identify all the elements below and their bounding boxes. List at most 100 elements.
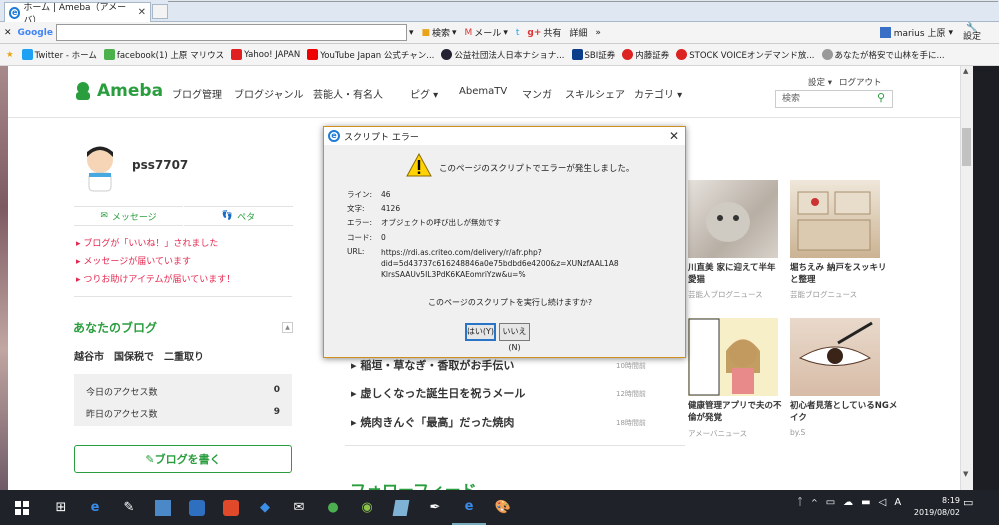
nav-blog-genre[interactable]: ブログジャンル bbox=[234, 86, 304, 101]
thumb-title[interactable]: 初心者見落としているNGメ イク bbox=[790, 400, 897, 424]
network-icon[interactable]: ▭ bbox=[826, 497, 835, 508]
site-settings-link[interactable]: 設定 ▾ bbox=[808, 76, 832, 88]
youtube-icon bbox=[307, 49, 319, 60]
w-app-icon: ◉ bbox=[361, 500, 373, 515]
scrollbar-thumb[interactable] bbox=[962, 128, 971, 166]
ameba-logo[interactable]: Ameba bbox=[72, 80, 163, 102]
thumb-title[interactable]: 堀ちえみ 納戸をスッキリ と整理 bbox=[790, 262, 886, 286]
favorites-star-icon[interactable]: ★ bbox=[6, 50, 14, 60]
news-time: 12時間前 bbox=[616, 390, 646, 398]
evernote-button[interactable]: ● bbox=[316, 490, 350, 525]
thumb-title[interactable]: 川直美 家に迎えて半年 愛猫 bbox=[688, 262, 776, 286]
ie-taskbar-button[interactable]: e bbox=[452, 490, 486, 525]
user-menu[interactable]: marius 上原 ▾ bbox=[879, 26, 953, 39]
search-dropdown-icon[interactable]: ▾ bbox=[409, 28, 414, 38]
close-toolbar-icon[interactable]: ✕ bbox=[4, 28, 12, 38]
settings-button[interactable]: 🔧 設定 bbox=[963, 23, 981, 42]
thumb-makeup-image[interactable] bbox=[790, 318, 880, 396]
more-button[interactable]: » bbox=[595, 28, 601, 38]
mail-app-button[interactable]: ✉ bbox=[282, 490, 316, 525]
book-app-button[interactable] bbox=[384, 490, 418, 525]
tool-button[interactable]: ✎ bbox=[112, 490, 146, 525]
yes-button[interactable]: はい(Y) bbox=[465, 323, 496, 341]
fav-naito[interactable]: 内藤証券 bbox=[622, 49, 669, 61]
fav-yahoo[interactable]: Yahoo! JAPAN bbox=[231, 49, 300, 60]
nav-abematv[interactable]: AbemaTV bbox=[459, 86, 507, 97]
ime-indicator[interactable]: A bbox=[894, 497, 901, 508]
start-button[interactable] bbox=[0, 490, 44, 525]
username[interactable]: pss7707 bbox=[132, 158, 188, 172]
toolbar-search-button[interactable]: ■ 検索 ▾ bbox=[421, 26, 456, 40]
nav-category[interactable]: カテゴリ ▾ bbox=[634, 86, 682, 101]
notice-message[interactable]: ▸ メッセージが届いています bbox=[76, 254, 191, 267]
fav-facebook[interactable]: facebook(1) 上原 マリウス bbox=[103, 49, 224, 61]
scroll-up-icon[interactable]: ▲ bbox=[963, 67, 968, 75]
nav-manga[interactable]: マンガ bbox=[522, 86, 552, 101]
edge-icon: e bbox=[90, 500, 100, 515]
b-app-button[interactable] bbox=[180, 490, 214, 525]
dialog-question: このページのスクリプトを実行し続けますか? bbox=[428, 298, 593, 307]
thumb-cat-image[interactable] bbox=[688, 180, 778, 258]
clock-time: 8:19 bbox=[942, 496, 960, 505]
blog-name[interactable]: 越谷市 国保税で 二重取り bbox=[74, 348, 204, 363]
collapse-icon[interactable]: ▲ bbox=[282, 322, 293, 333]
nav-celebrity[interactable]: 芸能人・有名人 bbox=[313, 86, 383, 101]
char-label: 文字: bbox=[347, 204, 365, 213]
thumb-title[interactable]: 健康管理アプリで夫の不 倫が発覚 bbox=[688, 400, 782, 424]
details-button[interactable]: 詳細 bbox=[569, 26, 587, 39]
thumb-manga-image[interactable] bbox=[688, 318, 778, 396]
toolbar-mail-button[interactable]: M メール ▾ bbox=[465, 26, 508, 40]
fav-forest[interactable]: あなたが格安で山林を手に... bbox=[821, 49, 945, 61]
people-icon[interactable]: ᛏ bbox=[797, 497, 803, 508]
favorites-bar: ★ Twitter - ホーム facebook(1) 上原 マリウス Yaho… bbox=[0, 44, 999, 66]
share-button[interactable]: g+ 共有 bbox=[527, 26, 561, 40]
news-item[interactable]: ▸ 稲垣・草なぎ・香取がお手伝い bbox=[351, 357, 514, 373]
scroll-down-icon[interactable]: ▼ bbox=[963, 470, 968, 478]
clock[interactable]: 8:19 2019/08/02 bbox=[912, 495, 960, 519]
nav-pigg[interactable]: ピグ ▾ bbox=[410, 86, 438, 101]
edge-button[interactable]: e bbox=[78, 490, 112, 525]
peta-button[interactable]: 👣 ペタ bbox=[184, 206, 293, 226]
onedrive-icon[interactable]: ☁ bbox=[843, 497, 853, 508]
fav-national[interactable]: 公益社団法人日本ナショナ... bbox=[441, 49, 565, 61]
logout-link[interactable]: ログアウト bbox=[839, 76, 882, 88]
thumb-closet-image[interactable] bbox=[790, 180, 880, 258]
news-item[interactable]: ▸ 虚しくなった誕生日を祝うメール bbox=[351, 385, 525, 401]
google-search-input[interactable] bbox=[55, 24, 407, 41]
search-icon[interactable]: ⚲ bbox=[877, 91, 885, 104]
no-button[interactable]: いいえ(N) bbox=[499, 323, 530, 352]
fav-twitter[interactable]: Twitter - ホーム bbox=[21, 49, 97, 61]
tray-chevron-icon[interactable]: ^ bbox=[811, 498, 818, 507]
browser-tab[interactable]: e ホーム | Ameba（アメーバ） ✕ bbox=[4, 2, 151, 26]
news-time: 18時間前 bbox=[616, 419, 646, 427]
message-button[interactable]: ✉ メッセージ bbox=[74, 206, 183, 226]
paint-button[interactable]: 🎨 bbox=[486, 490, 520, 525]
fav-youtube[interactable]: YouTube Japan 公式チャン... bbox=[307, 49, 434, 61]
write-blog-button[interactable]: ✎ ブログを書く bbox=[74, 445, 292, 473]
battery-icon[interactable]: ▬ bbox=[861, 497, 870, 508]
avatar[interactable] bbox=[80, 143, 120, 193]
dialog-titlebar[interactable]: e スクリプト エラー ✕ bbox=[324, 127, 685, 145]
dialog-close-icon[interactable]: ✕ bbox=[669, 129, 679, 143]
notification-icon[interactable]: ▭ bbox=[963, 496, 973, 509]
nav-skillshare[interactable]: スキルシェア bbox=[565, 86, 625, 101]
app-button[interactable] bbox=[146, 490, 180, 525]
task-view-button[interactable]: ⊞ bbox=[44, 490, 78, 525]
red-app-button[interactable] bbox=[214, 490, 248, 525]
fav-stockvoice[interactable]: STOCK VOICEオンデマンド放... bbox=[676, 49, 815, 61]
fav-sbi[interactable]: SBI証券 bbox=[571, 49, 615, 61]
new-tab-button[interactable] bbox=[152, 4, 168, 19]
notice-items[interactable]: ▸ つりお助けアイテムが届いています！ bbox=[76, 272, 235, 285]
tool-icon: ✎ bbox=[123, 500, 135, 515]
tab-close-icon[interactable]: ✕ bbox=[138, 7, 146, 18]
site-search-input[interactable]: 検索 bbox=[775, 90, 893, 108]
news-item[interactable]: ▸ 焼肉きんぐ「最高」だった焼肉 bbox=[351, 414, 514, 430]
twitter-button[interactable]: t bbox=[516, 28, 520, 38]
evernote-icon: ● bbox=[327, 500, 339, 515]
volume-icon[interactable]: ◁ bbox=[879, 497, 887, 508]
w-app-button[interactable]: ◉ bbox=[350, 490, 384, 525]
nav-blog-manage[interactable]: ブログ管理 bbox=[172, 86, 222, 101]
notice-liked[interactable]: ▸ ブログが「いいね！」されました bbox=[76, 236, 218, 249]
pen-app-button[interactable]: ✒ bbox=[418, 490, 452, 525]
dropbox-button[interactable]: ◆ bbox=[248, 490, 282, 525]
